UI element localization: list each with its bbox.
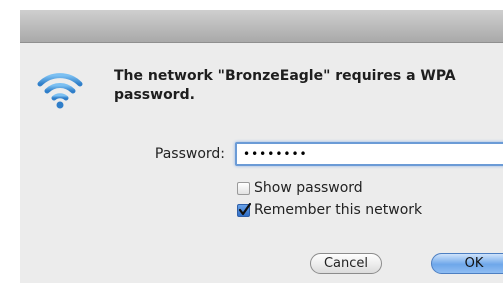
remember-network-label: Remember this network	[254, 202, 423, 218]
title-bar[interactable]	[20, 10, 503, 43]
cancel-button[interactable]: Cancel	[310, 253, 382, 274]
password-field[interactable]	[235, 142, 503, 166]
checkbox-checked-icon[interactable]	[237, 202, 251, 217]
wifi-icon	[35, 64, 85, 114]
password-label: Password:	[154, 146, 225, 162]
show-password-label: Show password	[254, 180, 363, 196]
remember-network-checkbox[interactable]: Remember this network	[237, 201, 422, 219]
show-password-checkbox[interactable]: Show password	[237, 179, 363, 197]
checkbox-unchecked-icon[interactable]	[237, 181, 250, 195]
ok-button[interactable]: OK	[431, 253, 503, 274]
dialog-message: The network "BronzeEagle" requires a WPA…	[114, 68, 456, 103]
wifi-password-dialog: The network "BronzeEagle" requires a WPA…	[20, 10, 503, 283]
